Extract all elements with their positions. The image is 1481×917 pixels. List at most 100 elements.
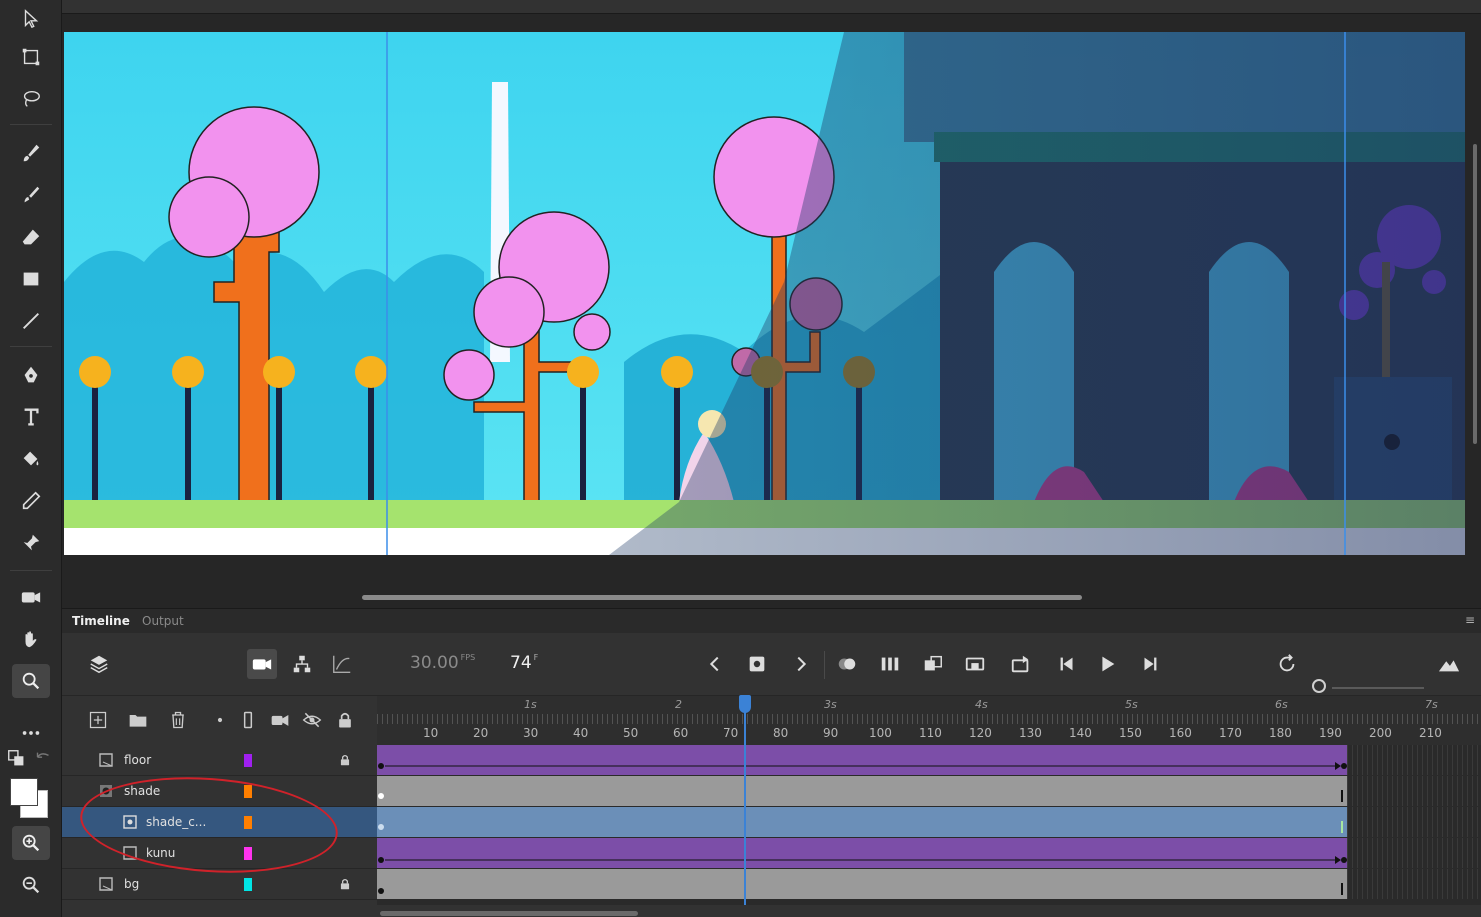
eraser-tool-icon[interactable]: [12, 220, 50, 254]
tween-span-floor[interactable]: [377, 745, 1347, 775]
layer-color-swatch[interactable]: [244, 785, 252, 798]
stage-area[interactable]: [62, 14, 1481, 608]
frame-grid[interactable]: [377, 745, 1481, 905]
frame-tick-label: 30: [523, 726, 539, 740]
eyedropper-tool-icon[interactable]: [12, 484, 50, 518]
play-icon[interactable]: [1092, 649, 1122, 679]
second-label: 3s: [824, 698, 837, 711]
layer-row-floor[interactable]: floor: [62, 745, 377, 776]
stage-canvas[interactable]: [64, 32, 1465, 555]
tween-span-kunu[interactable]: [377, 838, 1347, 868]
panel-menu-icon[interactable]: ≡: [1465, 613, 1475, 627]
layer-row-kunu[interactable]: kunu: [62, 838, 377, 869]
visibility-toggle-icon[interactable]: [300, 708, 324, 732]
timeline-zoom-knob[interactable]: [1312, 679, 1326, 693]
hand-tool-icon[interactable]: [12, 622, 50, 656]
swap-colors-icon[interactable]: [6, 748, 28, 770]
edit-multiple-frames-icon[interactable]: [875, 649, 905, 679]
layer-type-icon: [99, 877, 113, 891]
lasso-tool-icon[interactable]: [12, 82, 50, 116]
frame-tick-label: 190: [1319, 726, 1342, 740]
line-tool-icon[interactable]: [12, 304, 50, 338]
new-folder-icon[interactable]: [126, 708, 150, 732]
more-tools-icon[interactable]: [12, 716, 50, 750]
free-transform-tool-icon[interactable]: [12, 40, 50, 74]
frame-tick-label: 180: [1269, 726, 1292, 740]
timeline-ruler[interactable]: 1s 2 3s 4s 5s 6s 7s 10 20 30 40 50 60 70…: [377, 695, 1481, 745]
delete-layer-icon[interactable]: [166, 708, 190, 732]
layer-row-shade-c[interactable]: shade_c...: [62, 807, 377, 838]
frame-span-shade[interactable]: [377, 776, 1347, 806]
current-frame-readout[interactable]: 74 F: [510, 653, 538, 673]
frame-tick-label: 40: [573, 726, 589, 740]
lock-all-icon[interactable]: [333, 708, 357, 732]
edit-bar: [62, 0, 1481, 14]
layer-list: floor shade shade_c... kunu bg: [62, 745, 377, 905]
timeline-horizontal-scrollbar[interactable]: [380, 911, 638, 916]
frame-tick-label: 100: [869, 726, 892, 740]
camera-toggle-icon[interactable]: [247, 649, 277, 679]
zoom-in-icon[interactable]: [12, 826, 50, 860]
frame-span-shade-c[interactable]: [377, 807, 1347, 837]
step-back-icon[interactable]: [1052, 649, 1082, 679]
loop-playback-icon[interactable]: [1006, 649, 1036, 679]
text-tool-icon[interactable]: [12, 400, 50, 434]
tab-timeline[interactable]: Timeline: [72, 614, 130, 628]
create-tween-icon[interactable]: [918, 649, 948, 679]
frame-tick-label: 150: [1119, 726, 1142, 740]
timeline-zoom-slider[interactable]: [1332, 687, 1424, 689]
timeline-panel: Timeline Output ≡ 30.00 FPS 74 F 1s 2 3s…: [62, 608, 1481, 917]
layer-color-swatch[interactable]: [244, 847, 252, 860]
selection-tool-icon[interactable]: [12, 2, 50, 36]
pin-tool-icon[interactable]: [12, 526, 50, 560]
insert-blank-keyframe-icon[interactable]: [960, 649, 990, 679]
fill-color-swatch[interactable]: [10, 778, 38, 806]
layer-color-swatch[interactable]: [244, 816, 252, 829]
frame-tick-label: 170: [1219, 726, 1242, 740]
highlight-dot-icon[interactable]: [208, 708, 232, 732]
next-keyframe-icon[interactable]: [786, 649, 816, 679]
frame-span-bg[interactable]: [377, 869, 1347, 899]
tab-output[interactable]: Output: [142, 614, 184, 628]
parenting-view-icon[interactable]: [287, 649, 317, 679]
attach-camera-icon[interactable]: [268, 708, 292, 732]
layer-name: floor: [124, 753, 152, 767]
rectangle-tool-icon[interactable]: [12, 262, 50, 296]
mask-layer-icon: [100, 785, 112, 797]
pen-tool-icon[interactable]: [12, 358, 50, 392]
zoom-tool-icon[interactable]: [12, 664, 50, 698]
prev-keyframe-icon[interactable]: [700, 649, 730, 679]
lock-icon[interactable]: [338, 877, 352, 891]
step-forward-icon[interactable]: [1135, 649, 1165, 679]
fps-readout[interactable]: 30.00 FPS: [410, 653, 475, 673]
paint-bucket-tool-icon[interactable]: [12, 442, 50, 476]
camera-tool-icon[interactable]: [12, 580, 50, 614]
onion-skin-icon[interactable]: [832, 649, 862, 679]
layer-name: bg: [124, 877, 140, 891]
layers-icon[interactable]: [84, 649, 114, 679]
stage-vertical-scrollbar[interactable]: [1473, 144, 1477, 444]
second-label: 5s: [1125, 698, 1138, 711]
layer-color-swatch[interactable]: [244, 754, 252, 767]
new-layer-icon[interactable]: [86, 708, 110, 732]
paint-brush-tool-icon[interactable]: [12, 136, 50, 170]
playhead-line[interactable]: [744, 695, 746, 905]
zoom-out-icon[interactable]: [12, 868, 50, 902]
center-frame-icon[interactable]: [1272, 649, 1302, 679]
frame-tick-label: 90: [823, 726, 839, 740]
mountain-zoom-icon[interactable]: [1434, 649, 1464, 679]
layer-row-shade[interactable]: shade: [62, 776, 377, 807]
frame-tick-label: 130: [1019, 726, 1042, 740]
layer-color-swatch[interactable]: [244, 878, 252, 891]
graph-icon[interactable]: [327, 649, 357, 679]
reset-colors-icon[interactable]: [32, 748, 54, 770]
stage-horizontal-scrollbar[interactable]: [362, 595, 1082, 600]
insert-keyframe-icon[interactable]: [742, 649, 772, 679]
masked-layer-icon: [123, 815, 137, 829]
layer-row-bg[interactable]: bg: [62, 869, 377, 900]
frame-tick-label: 80: [773, 726, 789, 740]
brush-tool-icon[interactable]: [12, 178, 50, 212]
lock-icon[interactable]: [338, 753, 352, 767]
layer-name: kunu: [146, 846, 176, 860]
outline-toggle-icon[interactable]: [236, 708, 260, 732]
